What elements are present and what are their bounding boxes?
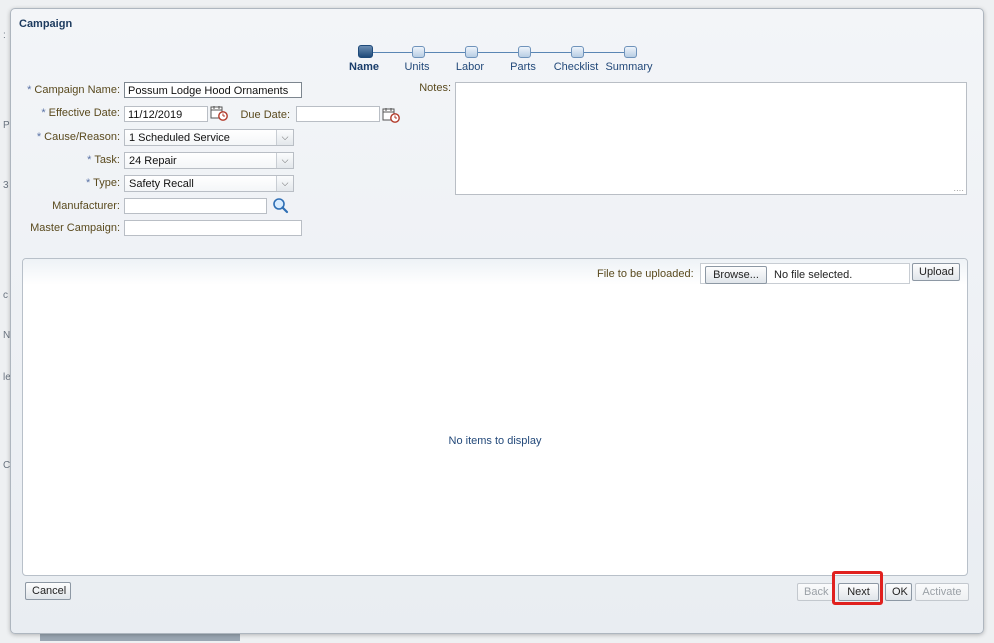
annotation-highlight xyxy=(832,571,883,605)
train-label-name[interactable]: Name xyxy=(349,61,379,73)
browse-button[interactable]: Browse... xyxy=(705,266,767,284)
cause-reason-select[interactable]: 1 Scheduled Service ⌵ xyxy=(124,129,294,146)
label-text: Effective Date: xyxy=(48,107,120,119)
notes-textarea[interactable]: ‥‥ xyxy=(455,82,967,195)
bg-text: : xyxy=(3,30,6,41)
select-value: 24 Repair xyxy=(129,155,177,167)
upload-button[interactable]: Upload xyxy=(912,263,960,281)
panel-toolbar: File to be uploaded: Browse... No file s… xyxy=(23,259,967,285)
label-text: Task: xyxy=(94,154,120,166)
campaign-name-input[interactable]: Possum Lodge Hood Ornaments xyxy=(124,82,302,98)
attachments-panel: File to be uploaded: Browse... No file s… xyxy=(22,258,968,576)
train-label-summary[interactable]: Summary xyxy=(605,61,652,73)
train-label-checklist[interactable]: Checklist xyxy=(554,61,599,73)
bg-text: 3 xyxy=(3,180,9,191)
chevron-down-icon[interactable]: ⌵ xyxy=(276,176,293,191)
train-connector xyxy=(421,52,467,53)
bg-text: c xyxy=(3,290,8,301)
train-connector xyxy=(368,52,414,53)
back-button[interactable]: Back xyxy=(797,583,834,601)
search-icon[interactable] xyxy=(272,197,289,214)
train-stop-summary[interactable] xyxy=(624,46,637,58)
chevron-down-icon[interactable]: ⌵ xyxy=(276,130,293,145)
train-label-labor[interactable]: Labor xyxy=(456,61,484,73)
type-select[interactable]: Safety Recall ⌵ xyxy=(124,175,294,192)
notes-label: Notes: xyxy=(419,82,451,94)
task-select[interactable]: 24 Repair ⌵ xyxy=(124,152,294,169)
train-label-units[interactable]: Units xyxy=(404,61,429,73)
cancel-button[interactable]: Cancel xyxy=(25,582,71,600)
label-text: Campaign Name: xyxy=(34,84,120,96)
train-stop-name[interactable] xyxy=(358,45,373,58)
label-text: Cause/Reason: xyxy=(44,131,120,143)
required-marker: * xyxy=(27,84,32,96)
master-campaign-label: Master Campaign: xyxy=(30,222,120,234)
train-stop-labor[interactable] xyxy=(465,46,478,58)
ok-button[interactable]: OK xyxy=(885,583,912,601)
effective-date-label: * Effective Date: xyxy=(19,107,120,119)
train-connector xyxy=(580,52,626,53)
required-marker: * xyxy=(36,131,42,143)
due-date-input[interactable] xyxy=(296,106,380,122)
train-connector xyxy=(527,52,573,53)
required-marker: * xyxy=(87,154,92,166)
train-label-parts[interactable]: Parts xyxy=(510,61,536,73)
file-input[interactable]: Browse... No file selected. xyxy=(700,263,910,284)
type-label: * Type: xyxy=(19,177,120,189)
master-campaign-input[interactable] xyxy=(124,220,302,236)
upload-label: File to be uploaded: xyxy=(597,268,694,280)
train-connector xyxy=(474,52,520,53)
effective-date-input[interactable]: 11/12/2019 xyxy=(124,106,208,122)
empty-table-message: No items to display xyxy=(448,435,542,447)
train-stop-checklist[interactable] xyxy=(571,46,584,58)
due-date-label: Due Date: xyxy=(240,109,290,121)
manufacturer-label: Manufacturer: xyxy=(52,200,120,212)
bg-text: P xyxy=(3,120,10,131)
required-marker: * xyxy=(41,107,46,119)
task-label: * Task: xyxy=(19,154,120,166)
select-value: Safety Recall xyxy=(129,178,194,190)
campaign-dialog: Campaign Name Units Labor Parts Checklis… xyxy=(10,8,984,634)
calendar-icon[interactable] xyxy=(382,107,400,123)
cause-reason-label: * Cause/Reason: xyxy=(19,131,120,143)
train-stop-parts[interactable] xyxy=(518,46,531,58)
file-status: No file selected. xyxy=(774,269,853,281)
required-marker: * xyxy=(85,177,91,189)
train-stop-units[interactable] xyxy=(412,46,425,58)
step-train: Name Units Labor Parts Checklist Summary xyxy=(341,43,671,83)
campaign-name-label: * Campaign Name: xyxy=(19,84,120,96)
chevron-down-icon[interactable]: ⌵ xyxy=(276,153,293,168)
activate-button[interactable]: Activate xyxy=(915,583,969,601)
resize-grip-icon[interactable]: ‥‥ xyxy=(953,184,964,193)
dialog-title: Campaign xyxy=(19,18,73,30)
select-value: 1 Scheduled Service xyxy=(129,132,230,144)
manufacturer-input[interactable] xyxy=(124,198,267,214)
label-text: Type: xyxy=(93,177,120,189)
